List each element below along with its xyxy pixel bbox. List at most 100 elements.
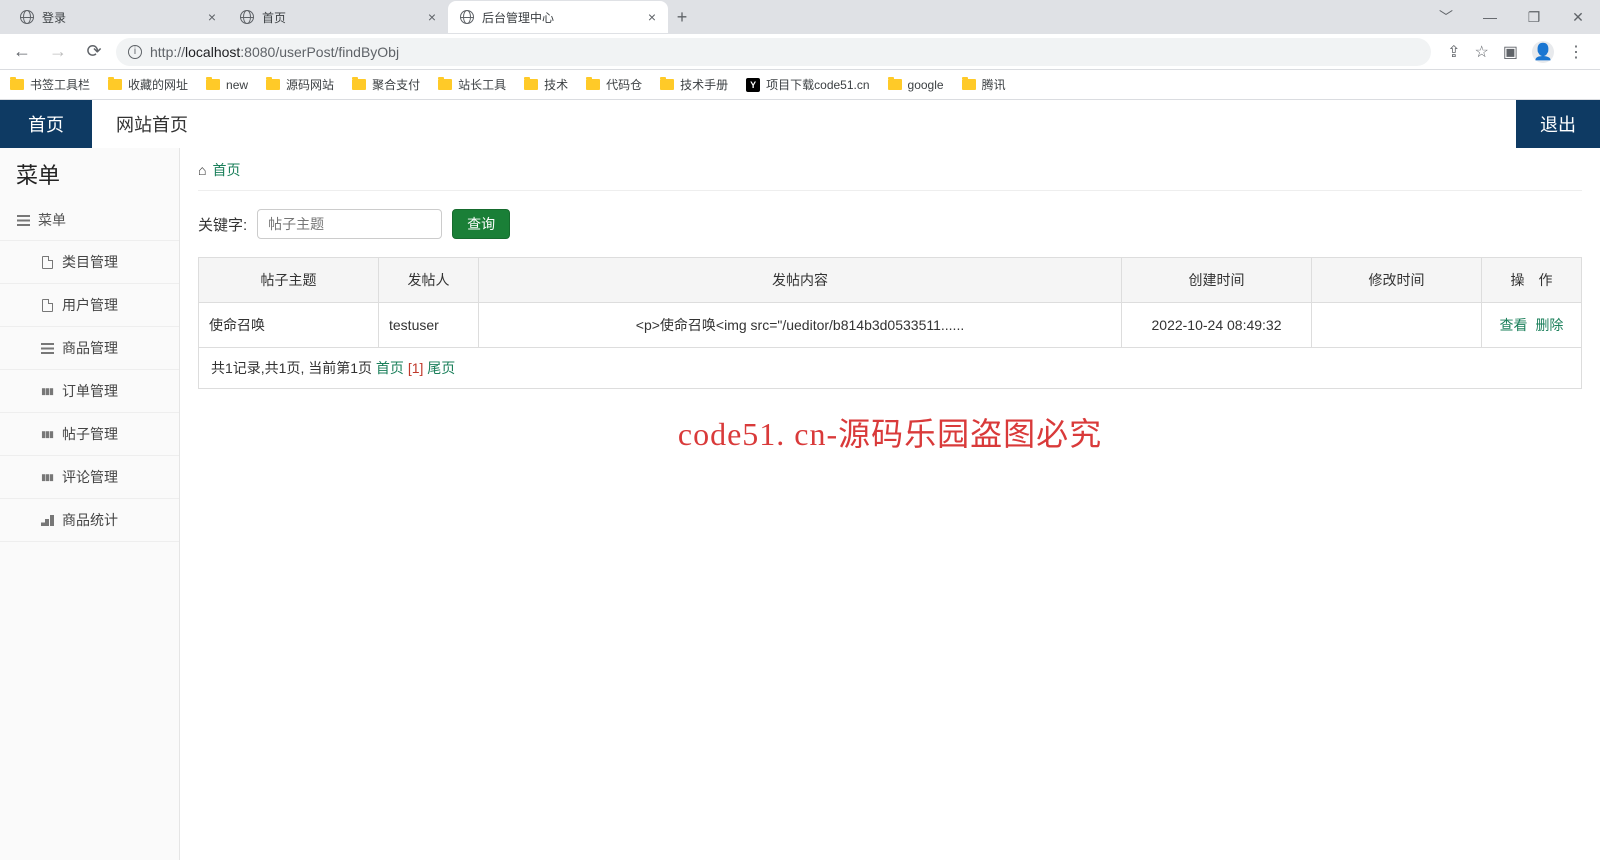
cell-poster: testuser bbox=[379, 303, 479, 348]
th-topic: 帖子主题 bbox=[199, 258, 379, 303]
close-window-icon[interactable]: ✕ bbox=[1556, 1, 1600, 33]
chevron-down-icon[interactable]: ﹀ bbox=[1424, 1, 1468, 33]
pager-summary: 共1记录,共1页, 当前第1页 bbox=[211, 360, 376, 376]
folder-icon bbox=[206, 79, 220, 90]
address-bar: ← → ⟳ i http://localhost:8080/userPost/f… bbox=[0, 34, 1600, 70]
browser-tab[interactable]: 登录 × bbox=[8, 1, 228, 33]
bookmark-item[interactable]: 聚合支付 bbox=[352, 76, 420, 93]
nav-home-button[interactable]: 首页 bbox=[0, 100, 92, 148]
tab-strip: 登录 × 首页 × 后台管理中心 × + ﹀ — ❐ ✕ bbox=[0, 0, 1600, 34]
browser-tab-active[interactable]: 后台管理中心 × bbox=[448, 1, 668, 33]
folder-icon bbox=[660, 79, 674, 90]
close-icon[interactable]: × bbox=[208, 9, 216, 25]
bookmark-item[interactable]: 技术手册 bbox=[660, 76, 728, 93]
minimize-icon[interactable]: — bbox=[1468, 1, 1512, 33]
posts-table: 帖子主题 发帖人 发帖内容 创建时间 修改时间 操 作 使命召唤 testuse… bbox=[198, 257, 1582, 389]
sidebar-item-order[interactable]: 订单管理 bbox=[0, 370, 179, 413]
bookmark-item[interactable]: 代码仓 bbox=[586, 76, 642, 93]
sidebar-item-label: 商品统计 bbox=[62, 510, 118, 530]
cell-created: 2022-10-24 08:49:32 bbox=[1122, 303, 1312, 348]
toolbar-right: ⇪ ☆ ▣ 👤 ⋮ bbox=[1439, 41, 1592, 63]
site-icon: Y bbox=[746, 78, 760, 92]
delete-link[interactable]: 删除 bbox=[1535, 317, 1563, 333]
forward-icon[interactable]: → bbox=[44, 38, 72, 66]
logout-button[interactable]: 退出 bbox=[1516, 100, 1600, 148]
close-icon[interactable]: × bbox=[648, 9, 656, 25]
sidebar-item-label: 订单管理 bbox=[62, 381, 118, 401]
folder-icon bbox=[888, 79, 902, 90]
tab-title: 登录 bbox=[42, 9, 200, 26]
th-ops: 操 作 bbox=[1482, 258, 1582, 303]
cell-topic: 使命召唤 bbox=[199, 303, 379, 348]
globe-icon bbox=[20, 10, 34, 24]
th-created: 创建时间 bbox=[1122, 258, 1312, 303]
table-header-row: 帖子主题 发帖人 发帖内容 创建时间 修改时间 操 作 bbox=[199, 258, 1582, 303]
cell-modified bbox=[1312, 303, 1482, 348]
new-tab-button[interactable]: + bbox=[668, 3, 696, 31]
sidebar-item-stats[interactable]: 商品统计 bbox=[0, 499, 179, 542]
sidepanel-icon[interactable]: ▣ bbox=[1503, 42, 1518, 62]
bookmark-item[interactable]: 技术 bbox=[524, 76, 568, 93]
keyword-input[interactable] bbox=[257, 209, 442, 239]
bookmark-item[interactable]: Y项目下载code51.cn bbox=[746, 76, 869, 93]
nav-site-link[interactable]: 网站首页 bbox=[92, 100, 212, 148]
maximize-icon[interactable]: ❐ bbox=[1512, 1, 1556, 33]
menu-root[interactable]: 菜单 bbox=[0, 200, 179, 241]
view-link[interactable]: 查看 bbox=[1500, 317, 1528, 333]
folder-icon bbox=[10, 79, 24, 90]
folder-icon bbox=[266, 79, 280, 90]
star-icon[interactable]: ☆ bbox=[1475, 42, 1489, 62]
url-text: http://localhost:8080/userPost/findByObj bbox=[150, 44, 399, 60]
sidebar-item-product[interactable]: 商品管理 bbox=[0, 327, 179, 370]
sidebar-item-category[interactable]: 类目管理 bbox=[0, 241, 179, 284]
folder-icon bbox=[108, 79, 122, 90]
reload-icon[interactable]: ⟳ bbox=[80, 38, 108, 66]
bookmark-item[interactable]: 收藏的网址 bbox=[108, 76, 188, 93]
list-icon bbox=[16, 213, 30, 227]
sidebar-item-post[interactable]: 帖子管理 bbox=[0, 413, 179, 456]
sidebar-item-label: 用户管理 bbox=[62, 295, 118, 315]
pager-first[interactable]: 首页 bbox=[376, 360, 404, 376]
window-controls: ﹀ — ❐ ✕ bbox=[1424, 1, 1600, 33]
app-nav: 首页 网站首页 退出 bbox=[0, 100, 1600, 148]
site-info-icon[interactable]: i bbox=[128, 45, 142, 59]
pager-current: [1] bbox=[408, 360, 424, 376]
home-icon: ⌂ bbox=[198, 162, 206, 178]
tab-title: 后台管理中心 bbox=[482, 9, 640, 26]
sidebar-item-user[interactable]: 用户管理 bbox=[0, 284, 179, 327]
bookmark-item[interactable]: 站长工具 bbox=[438, 76, 506, 93]
menu-icon[interactable]: ⋮ bbox=[1568, 42, 1584, 62]
bookmark-item[interactable]: new bbox=[206, 78, 248, 92]
breadcrumb-home-link[interactable]: 首页 bbox=[212, 160, 240, 180]
folder-icon bbox=[586, 79, 600, 90]
main-content: ⌂ 首页 关键字: 查询 帖子主题 发帖人 发帖内容 创建时间 修改时间 操 作 bbox=[180, 148, 1600, 860]
tab-title: 首页 bbox=[262, 9, 420, 26]
list-icon bbox=[40, 341, 54, 355]
query-button[interactable]: 查询 bbox=[452, 209, 510, 239]
pager-row: 共1记录,共1页, 当前第1页 首页 [1] 尾页 bbox=[199, 348, 1582, 389]
bookmark-item[interactable]: 腾讯 bbox=[962, 76, 1006, 93]
folder-icon bbox=[438, 79, 452, 90]
globe-icon bbox=[240, 10, 254, 24]
url-input[interactable]: i http://localhost:8080/userPost/findByO… bbox=[116, 38, 1431, 66]
bookmark-item[interactable]: google bbox=[888, 78, 944, 92]
bookmark-item[interactable]: 源码网站 bbox=[266, 76, 334, 93]
profile-icon[interactable]: 👤 bbox=[1532, 41, 1554, 63]
browser-tab[interactable]: 首页 × bbox=[228, 1, 448, 33]
globe-icon bbox=[460, 10, 474, 24]
back-icon[interactable]: ← bbox=[8, 38, 36, 66]
bookmarks-bar: 书签工具栏 收藏的网址 new 源码网站 聚合支付 站长工具 技术 代码仓 技术… bbox=[0, 70, 1600, 100]
bookmark-item[interactable]: 书签工具栏 bbox=[10, 76, 90, 93]
th-poster: 发帖人 bbox=[379, 258, 479, 303]
sidebar-item-label: 评论管理 bbox=[62, 467, 118, 487]
th-modified: 修改时间 bbox=[1312, 258, 1482, 303]
books-icon bbox=[40, 384, 54, 398]
pager-last[interactable]: 尾页 bbox=[427, 360, 455, 376]
search-label: 关键字: bbox=[198, 214, 247, 235]
th-content: 发帖内容 bbox=[479, 258, 1122, 303]
sidebar-item-comment[interactable]: 评论管理 bbox=[0, 456, 179, 499]
books-icon bbox=[40, 470, 54, 484]
share-icon[interactable]: ⇪ bbox=[1447, 42, 1460, 62]
cell-ops: 查看 删除 bbox=[1482, 303, 1582, 348]
close-icon[interactable]: × bbox=[428, 9, 436, 25]
